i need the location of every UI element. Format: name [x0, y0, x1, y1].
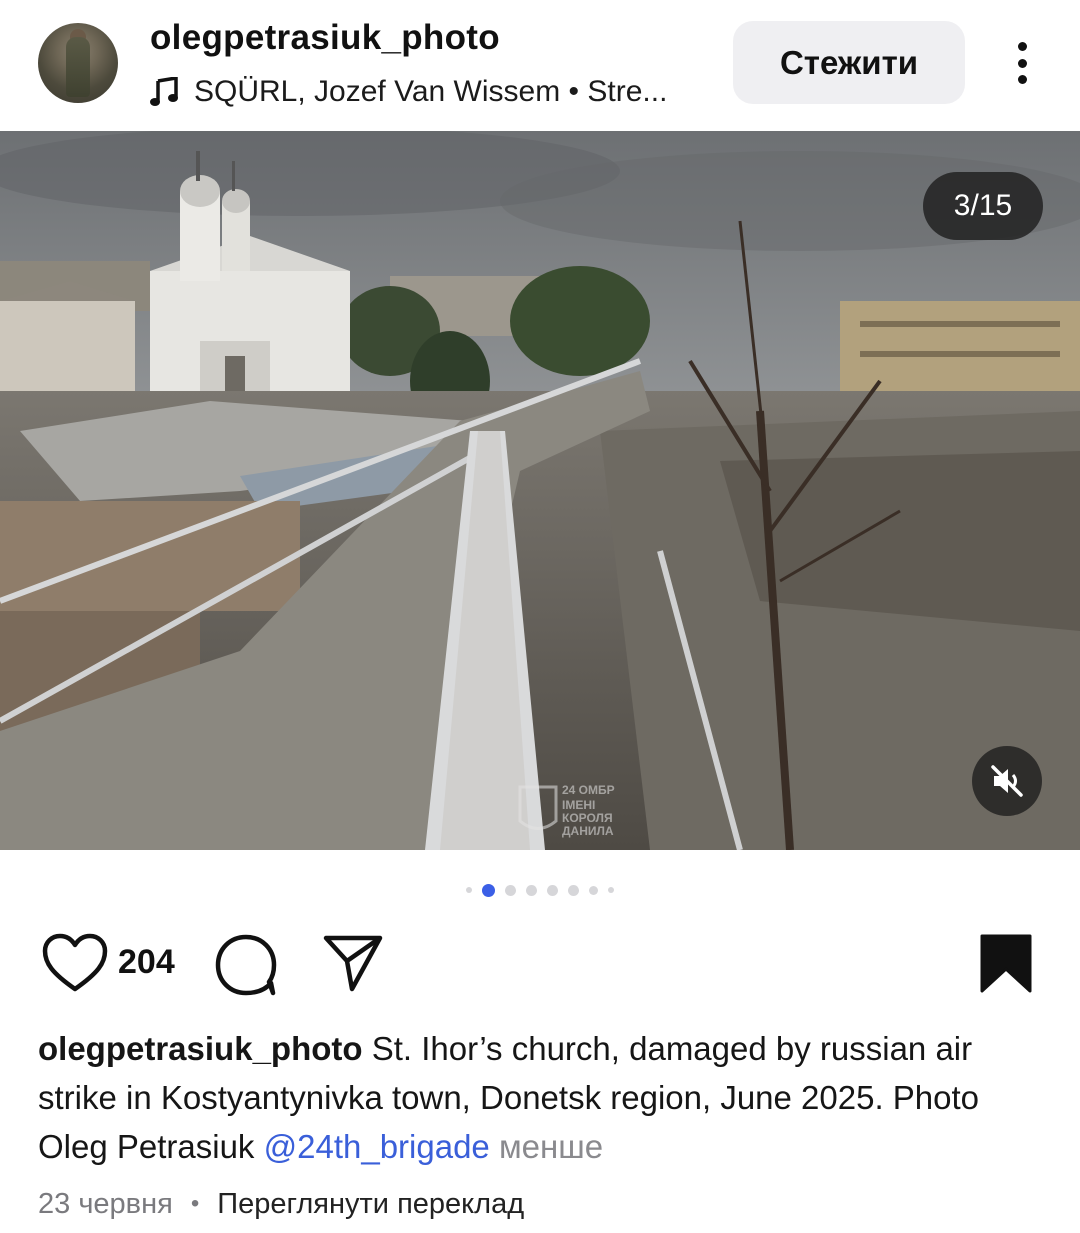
carousel-dot — [466, 887, 472, 893]
carousel-dot — [608, 887, 614, 893]
caption-username[interactable]: olegpetrasiuk_photo — [38, 1030, 363, 1067]
mute-button[interactable] — [972, 746, 1042, 816]
carousel-dot-active — [482, 883, 495, 897]
music-note-icon — [150, 77, 178, 106]
carousel-dots — [0, 880, 1080, 900]
carousel-dot — [505, 884, 516, 896]
comment-icon[interactable] — [213, 933, 279, 997]
follow-button[interactable]: Стежити — [733, 21, 965, 104]
photo-image: 24 ОМБР ІМЕНІ КОРОЛЯ ДАНИЛА — [0, 131, 1080, 850]
share-icon[interactable] — [322, 933, 384, 993]
music-track: SQÜRL, Jozef Van Wissem • Stre... — [194, 75, 668, 108]
caption-less-link[interactable]: менше — [499, 1128, 603, 1165]
carousel-dot — [526, 884, 537, 896]
svg-text:КОРОЛЯ: КОРОЛЯ — [562, 811, 613, 825]
meta-separator: • — [190, 1190, 200, 1217]
carousel-dot — [547, 884, 558, 896]
caption-mention[interactable]: @24th_brigade — [264, 1128, 490, 1165]
more-icon[interactable] — [1000, 38, 1044, 88]
caption: olegpetrasiuk_photo St. Ihor’s church, d… — [38, 1024, 1048, 1171]
music-row[interactable]: SQÜRL, Jozef Van Wissem • Stre... — [150, 72, 667, 112]
post-meta: 23 червня • Переглянути переклад — [38, 1184, 524, 1224]
bookmark-icon[interactable] — [978, 933, 1034, 995]
translate-link[interactable]: Переглянути переклад — [217, 1188, 524, 1221]
speaker-muted-icon — [991, 765, 1023, 797]
heart-icon[interactable] — [42, 933, 108, 993]
carousel-dot — [568, 884, 579, 896]
like-count[interactable]: 204 — [118, 943, 175, 982]
action-bar: 204 — [0, 925, 1080, 1005]
carousel-counter: 3/15 — [923, 172, 1043, 240]
post-photo[interactable]: 24 ОМБР ІМЕНІ КОРОЛЯ ДАНИЛА — [0, 131, 1080, 850]
username[interactable]: olegpetrasiuk_photo — [150, 18, 500, 58]
svg-text:ДАНИЛА: ДАНИЛА — [562, 824, 614, 838]
svg-text:ІМЕНІ: ІМЕНІ — [562, 798, 595, 812]
svg-text:24 ОМБР: 24 ОМБР — [562, 783, 615, 797]
avatar[interactable] — [38, 23, 118, 103]
carousel-dot — [589, 885, 598, 895]
post-date: 23 червня — [38, 1187, 173, 1220]
post-header: olegpetrasiuk_photo SQÜRL, Jozef Van Wis… — [0, 0, 1080, 130]
